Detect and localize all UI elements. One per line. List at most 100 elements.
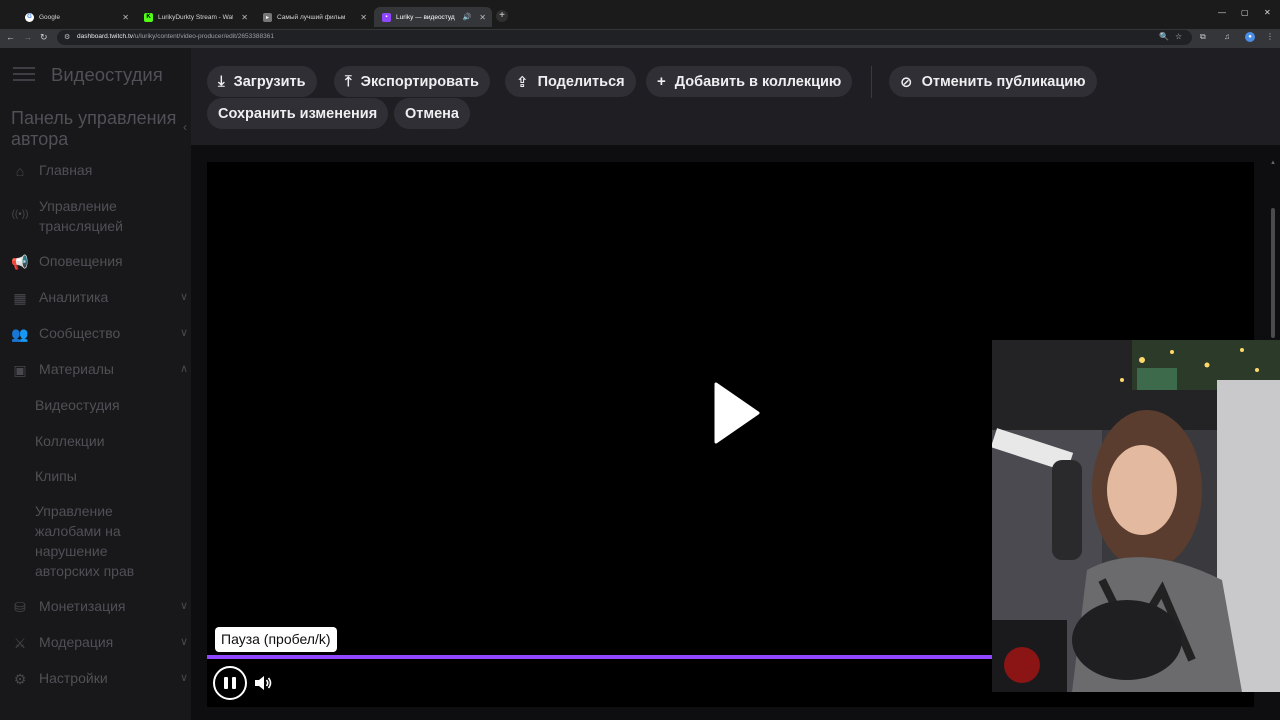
browser-tab-twitch[interactable]: ▪ Luriky — видеостудия - Tw 🔊 ✕ [374, 7, 492, 27]
volume-icon[interactable] [253, 673, 273, 693]
unpublish-button[interactable]: ⊘ Отменить публикацию [889, 66, 1097, 97]
editor-toolbar: ⤓ Загрузить ⤒ Экспортировать ⇪ Поделитьс… [191, 48, 1280, 145]
profile-avatar[interactable]: ● [1245, 32, 1255, 42]
sidebar-subitem-copyright-claims[interactable]: Управление жалобами на нарушение авторск… [35, 501, 155, 581]
audio-playing-icon[interactable]: 🔊 [463, 13, 472, 21]
close-tab-icon[interactable]: ✕ [241, 13, 248, 22]
sidebar-item-label: Сообщество [39, 325, 121, 341]
chevron-down-icon: ∨ [180, 327, 189, 339]
extensions-icon[interactable]: ⧉ [1200, 32, 1206, 42]
site-info-icon[interactable]: ⚙ [64, 33, 70, 41]
export-label: Экспортировать [360, 73, 479, 90]
bookmark-star-icon[interactable]: ☆ [1175, 32, 1182, 41]
chevron-down-icon: ∨ [180, 636, 189, 648]
close-window-icon[interactable]: ✕ [1264, 8, 1271, 17]
streamer-webcam-image [992, 340, 1280, 692]
add-to-collection-button[interactable]: + Добавить в коллекцию [646, 66, 853, 97]
progress-bar-fill [207, 655, 1024, 659]
chevron-up-icon: ∧ [180, 363, 189, 375]
toolbar-divider [871, 66, 872, 98]
sidebar-subitem-clips[interactable]: Клипы [35, 466, 185, 486]
add-to-collection-label: Добавить в коллекцию [674, 73, 842, 90]
sidebar-item-label: Настройки [39, 670, 108, 686]
home-icon: ⌂ [15, 163, 25, 179]
browser-tab-kick[interactable]: K LurikyDurkty Stream - Watch Li ✕ [136, 7, 254, 27]
moderation-icon: ⚔ [13, 635, 27, 651]
chevron-down-icon: ∨ [180, 600, 189, 612]
pause-tooltip: Пауза (пробел/k) [215, 627, 337, 652]
tab-title: Google [39, 13, 60, 21]
sidebar-item-label: Оповещения [39, 253, 123, 269]
sidebar: Видеостудия Панель управления автора ‹ ⌂… [0, 48, 191, 720]
settings-icon: ⚙ [13, 671, 27, 687]
megaphone-icon: 📢 [11, 254, 29, 270]
share-label: Поделиться [537, 73, 625, 90]
browser-tab-movie[interactable]: ▸ Самый лучший фильм ✕ [255, 7, 373, 27]
cancel-label: Отмена [405, 105, 459, 122]
save-label: Сохранить изменения [218, 105, 378, 122]
broadcast-icon: ((•)) [11, 209, 29, 220]
pause-icon [224, 677, 228, 689]
url-text: dashboard.twitch.tv/u/luriky/content/vid… [77, 33, 274, 40]
browser-menu-icon[interactable]: ⋮ [1266, 32, 1274, 41]
url-host: dashboard.twitch.tv [77, 33, 134, 40]
new-tab-button[interactable]: + [496, 10, 508, 22]
sidebar-item-label: Главная [39, 162, 93, 178]
chevron-down-icon: ∨ [180, 291, 189, 303]
google-icon: G [25, 12, 34, 22]
chevron-down-icon: ∨ [180, 672, 189, 684]
browser-tabstrip: G Google ✕ K LurikyDurkty Stream - Watch… [0, 0, 1280, 29]
twitch-icon: ▪ [382, 12, 391, 22]
kick-icon: K [144, 12, 153, 22]
maximize-icon[interactable]: ▢ [1241, 8, 1249, 17]
sidebar-subitem-video-producer[interactable]: Видеостудия [35, 395, 185, 415]
share-button[interactable]: ⇪ Поделиться [505, 66, 636, 97]
site-icon: ▸ [263, 12, 272, 22]
cancel-button[interactable]: Отмена [394, 98, 470, 129]
content-icon: ▣ [13, 362, 27, 378]
sidebar-item-label: Управление трансляцией [39, 198, 123, 234]
browser-tab-google[interactable]: G Google ✕ [17, 7, 135, 27]
sidebar-item-label: Монетизация [39, 598, 126, 614]
plus-icon: + [657, 73, 666, 90]
back-icon[interactable]: ← [6, 32, 15, 42]
community-icon: 👥 [11, 326, 29, 342]
tab-title: LurikyDurkty Stream - Watch Li [158, 13, 233, 21]
sidebar-subitem-collections[interactable]: Коллекции [35, 431, 185, 451]
close-tab-icon[interactable]: ✕ [122, 13, 129, 22]
sidebar-item-label: Аналитика [39, 289, 109, 305]
scrollbar-thumb[interactable] [1271, 208, 1275, 338]
export-button[interactable]: ⤒ Экспортировать [334, 66, 490, 97]
export-icon: ⤒ [345, 73, 352, 90]
zoom-icon[interactable]: 🔍 [1159, 32, 1169, 41]
url-path: /u/luriky/content/video-producer/edit/26… [133, 33, 274, 40]
scroll-up-arrow[interactable]: ▲ [1270, 160, 1276, 166]
download-icon: ⤓ [218, 73, 225, 90]
tab-title: Luriky — видеостудия - Tw [396, 13, 455, 21]
collapse-sidebar-icon[interactable]: ‹ [183, 120, 187, 134]
reload-icon[interactable]: ↻ [40, 32, 48, 43]
upload-button[interactable]: ⤓ Загрузить [207, 66, 317, 97]
analytics-icon: ▦ [13, 290, 27, 306]
minimize-icon[interactable]: — [1218, 8, 1226, 17]
upload-label: Загрузить [233, 73, 306, 90]
tab-title: Самый лучший фильм [277, 13, 346, 21]
media-control-icon[interactable]: ♫ [1224, 32, 1230, 41]
money-icon: ⛁ [14, 599, 26, 615]
share-icon: ⇪ [516, 73, 529, 91]
forward-icon[interactable]: → [23, 32, 32, 42]
address-bar[interactable]: ⚙ dashboard.twitch.tv/u/luriky/content/v… [57, 30, 1192, 45]
sidebar-item-label: Материалы [39, 361, 114, 377]
webcam-overlay [992, 340, 1280, 692]
play-icon[interactable] [714, 382, 760, 444]
close-tab-icon[interactable]: ✕ [360, 13, 367, 22]
sidebar-item-label: Модерация [39, 634, 114, 650]
save-changes-button[interactable]: Сохранить изменения [207, 98, 389, 129]
screen: G Google ✕ K LurikyDurkty Stream - Watch… [0, 0, 1280, 720]
unpublish-label: Отменить публикацию [921, 73, 1086, 90]
pause-button[interactable] [213, 666, 247, 700]
eye-off-icon: ⊘ [900, 73, 913, 91]
pause-icon [232, 677, 236, 689]
close-tab-icon[interactable]: ✕ [479, 13, 486, 22]
menu-icon[interactable] [13, 67, 35, 81]
